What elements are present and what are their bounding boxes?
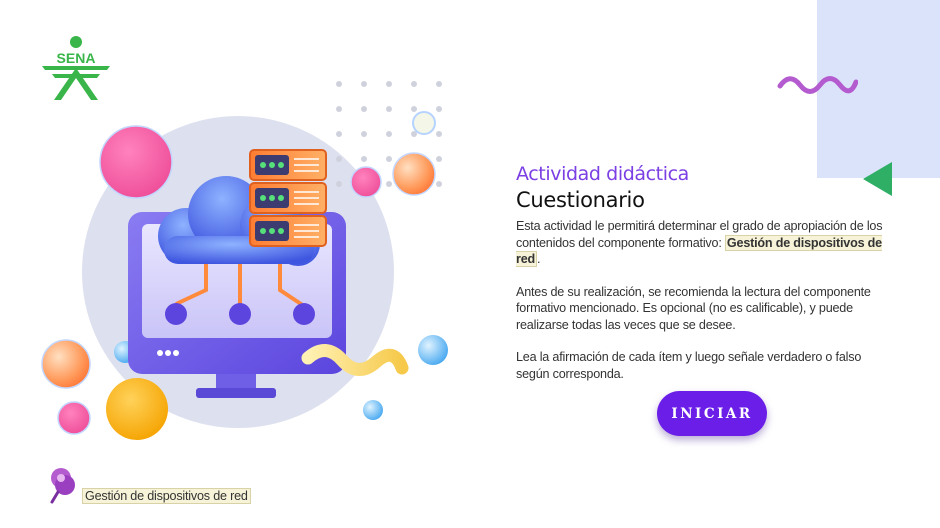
logo-text: SENA	[57, 50, 96, 66]
recommendation-paragraph: Antes de su realización, se recomienda l…	[516, 284, 871, 332]
wave-icon	[777, 76, 858, 94]
intro-text-end: .	[537, 252, 541, 266]
page-title: Cuestionario	[516, 188, 645, 212]
intro-paragraph: Esta actividad le permitirá determinar e…	[516, 218, 886, 268]
instructions-paragraph: Lea la afirmación de cada ítem y luego s…	[516, 350, 862, 381]
cloud-server-illustration	[36, 76, 456, 446]
activity-intro: Actividad didáctica Cuestionario Esta ac…	[516, 163, 886, 382]
map-pin-icon	[50, 468, 75, 504]
component-label: Gestión de dispositivos de red	[82, 488, 251, 504]
activity-eyebrow: Actividad didáctica	[516, 163, 689, 185]
start-button[interactable]: INICIAR	[657, 391, 767, 436]
